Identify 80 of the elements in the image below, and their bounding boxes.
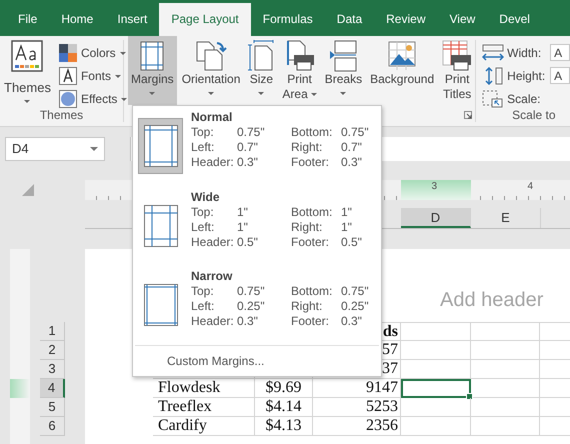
group-label: Themes xyxy=(38,108,84,122)
column-header[interactable]: E xyxy=(471,208,541,228)
ribbon-tab[interactable]: Devel xyxy=(487,3,542,36)
margins-page-icon xyxy=(144,284,178,326)
row-header[interactable]: 6 xyxy=(40,417,65,436)
menu-item[interactable]: Wide Top: 1" Left: 1" Header: 0.5" Bottom: 1" Right: 1" Footer: 0.5" xyxy=(133,186,381,266)
ruler-number: 4 xyxy=(527,181,533,192)
row-header[interactable]: 5 xyxy=(40,398,65,417)
table-cell: $4.13 xyxy=(266,417,302,434)
table-cell xyxy=(471,341,540,360)
table-cell: $9.69 xyxy=(266,379,302,396)
themes-button[interactable]: Themes xyxy=(4,80,51,95)
table-cell xyxy=(471,379,540,398)
ribbon-tab[interactable]: Review xyxy=(374,3,438,36)
ribbon-tab[interactable]: Page Layout xyxy=(159,3,251,36)
menu-item[interactable]: Custom Margins... xyxy=(167,354,264,368)
printer-page-icon xyxy=(284,40,315,72)
ribbon-button[interactable]: Print Titles xyxy=(439,36,476,105)
table-cell: 57 xyxy=(382,341,398,358)
ribbon-tab[interactable]: Data xyxy=(324,3,374,36)
ruler-number: 3 xyxy=(431,181,437,192)
ribbon-tab[interactable]: Home xyxy=(49,3,106,36)
margins-page-icon xyxy=(144,125,178,167)
ribbon-button[interactable]: Background xyxy=(367,36,438,105)
pages-icon xyxy=(195,40,228,72)
row-header[interactable]: 3 xyxy=(40,360,65,379)
margins-page-icon xyxy=(144,204,178,247)
menu-item[interactable]: Normal Top: 0.75" Left: 0.7" Header: 0.3" Bottom: 0.75" Right: 0.7" Footer: 0.3" xyxy=(133,106,381,186)
input-field[interactable]: A xyxy=(550,44,570,61)
page-breaks-icon xyxy=(329,40,358,72)
table-cell: 9147 xyxy=(366,379,398,396)
effects-circle-icon xyxy=(58,90,77,108)
table-cell: 5253 xyxy=(366,398,398,415)
width-icon xyxy=(482,44,504,62)
table-cell xyxy=(540,322,570,341)
column-header[interactable]: D xyxy=(401,208,471,228)
menu-item[interactable]: Narrow Top: 0.75" Left: 0.25" Header: 0.3" Bottom: 0.75" Right: 0.25" Footer: 0.3" xyxy=(133,265,381,346)
row-header[interactable]: 2 xyxy=(40,341,65,360)
table-cell: $4.14 xyxy=(266,398,302,415)
ribbon-tab[interactable]: File xyxy=(6,3,50,36)
table-cell: Treeflex xyxy=(158,398,212,415)
table-cell xyxy=(471,360,540,379)
field-label: Width: xyxy=(507,46,542,60)
table-cell xyxy=(471,398,540,417)
row-header[interactable]: 1 xyxy=(40,322,65,341)
dialog-launcher-icon[interactable] xyxy=(464,111,472,119)
themes-icon xyxy=(11,40,44,72)
table-printer-icon xyxy=(442,40,472,72)
ribbon-tab[interactable]: Insert xyxy=(105,3,160,36)
ribbon-button[interactable]: Colors xyxy=(80,46,116,60)
ribbon-button[interactable]: Effects xyxy=(80,92,118,106)
table-cell: Cardify xyxy=(158,417,207,434)
page-size-icon xyxy=(248,40,274,72)
input-field[interactable]: A xyxy=(550,67,570,84)
name-box[interactable]: D4 xyxy=(5,136,105,160)
field-label: Scale: xyxy=(507,92,542,106)
ribbon-button[interactable]: Breaks xyxy=(322,36,366,105)
landscape-image-icon xyxy=(388,41,416,71)
scale-icon xyxy=(482,90,504,108)
ribbon-tab[interactable]: View xyxy=(438,3,488,36)
font-letter-icon xyxy=(58,67,77,85)
ribbon-button[interactable]: Fonts xyxy=(80,69,111,83)
corner-triangle-icon xyxy=(22,184,34,196)
ribbon-tab[interactable]: Formulas xyxy=(250,3,325,36)
ribbon-button[interactable]: Print Area xyxy=(279,36,320,105)
group-label: Scale to xyxy=(511,108,557,122)
table-cell: Flowdesk xyxy=(158,379,220,396)
table-cell: 37 xyxy=(382,360,398,377)
ribbon-button[interactable]: Orientation xyxy=(178,36,244,105)
field-label: Height: xyxy=(507,68,546,82)
ribbon-button[interactable]: Size xyxy=(245,36,278,105)
table-cell: 2356 xyxy=(366,417,398,434)
row-header[interactable]: 4 xyxy=(40,379,65,398)
ribbon-button[interactable]: Margins xyxy=(128,36,177,105)
table-cell xyxy=(471,322,540,341)
table-cell xyxy=(471,417,540,436)
table-cell[interactable] xyxy=(401,379,471,398)
color-squares-icon xyxy=(58,44,77,62)
table-cell: ds xyxy=(382,323,398,340)
margins-icon xyxy=(140,41,164,71)
